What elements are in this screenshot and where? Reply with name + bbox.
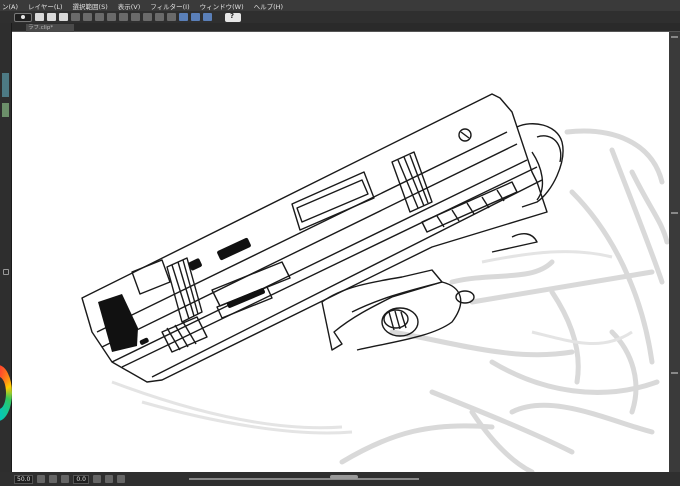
scroll-marker [671, 36, 678, 38]
menu-item-help[interactable]: ヘルプ(H) [254, 1, 283, 11]
angle-field[interactable]: 0.0 [73, 474, 89, 484]
ruler-icon[interactable] [191, 13, 200, 21]
invert-selection-icon[interactable] [131, 13, 140, 21]
horizontal-scroll-track[interactable] [188, 478, 419, 480]
fit-icon[interactable] [61, 475, 70, 483]
undo-icon[interactable] [71, 13, 80, 21]
canvas-tab[interactable]: ラフ.clip* [26, 24, 74, 32]
eye-icon[interactable] [14, 12, 32, 22]
vertical-scrollbar[interactable] [669, 32, 680, 472]
menu-bar: ン(A) レイヤー(L) 選択範囲(S) 表示(V) フィルター(I) ウィンド… [0, 0, 680, 11]
rotate-right-icon[interactable] [104, 475, 113, 483]
save-icon[interactable] [59, 13, 68, 21]
menu-item-selection[interactable]: 選択範囲(S) [73, 1, 108, 11]
fill-icon[interactable] [167, 13, 176, 21]
menu-item-view[interactable]: 表示(V) [118, 1, 141, 11]
transform-icon[interactable] [95, 13, 104, 21]
crop-icon[interactable] [143, 13, 152, 21]
menu-item-window[interactable]: ウィンドウ(W) [200, 1, 244, 11]
deselect-icon[interactable] [119, 13, 128, 21]
tool-swatch-icon[interactable] [2, 73, 9, 97]
zoom-out-icon[interactable] [37, 475, 46, 483]
menu-item-animation[interactable]: ン(A) [2, 1, 18, 11]
menu-item-filter[interactable]: フィルター(I) [150, 1, 189, 11]
rotate-left-icon[interactable] [92, 475, 101, 483]
color-wheel[interactable] [0, 365, 12, 421]
grid-icon[interactable] [155, 13, 164, 21]
perspective-icon[interactable] [203, 13, 212, 21]
open-file-icon[interactable] [47, 13, 56, 21]
tool-palette-icon[interactable] [2, 103, 9, 117]
scroll-marker [671, 212, 678, 214]
zoom-in-icon[interactable] [49, 475, 58, 483]
new-file-icon[interactable] [35, 13, 44, 21]
help-icon[interactable] [225, 12, 241, 22]
lock-icon[interactable] [3, 269, 9, 275]
lineart-pistol [81, 93, 564, 383]
reset-rotation-icon[interactable] [116, 475, 125, 483]
scroll-marker [671, 372, 678, 374]
select-all-icon[interactable] [107, 13, 116, 21]
menu-item-layer[interactable]: レイヤー(L) [28, 1, 63, 11]
artwork [81, 93, 669, 472]
horizontal-scroll-thumb[interactable] [330, 475, 358, 479]
canvas-tab-bar: ラフ.clip* [12, 23, 680, 32]
left-tool-panel [0, 23, 12, 475]
redo-icon[interactable] [83, 13, 92, 21]
drawing-canvas[interactable] [12, 32, 669, 472]
zoom-field[interactable]: 50.0 [14, 474, 34, 484]
snap-icon[interactable] [179, 13, 188, 21]
command-bar [0, 11, 680, 23]
